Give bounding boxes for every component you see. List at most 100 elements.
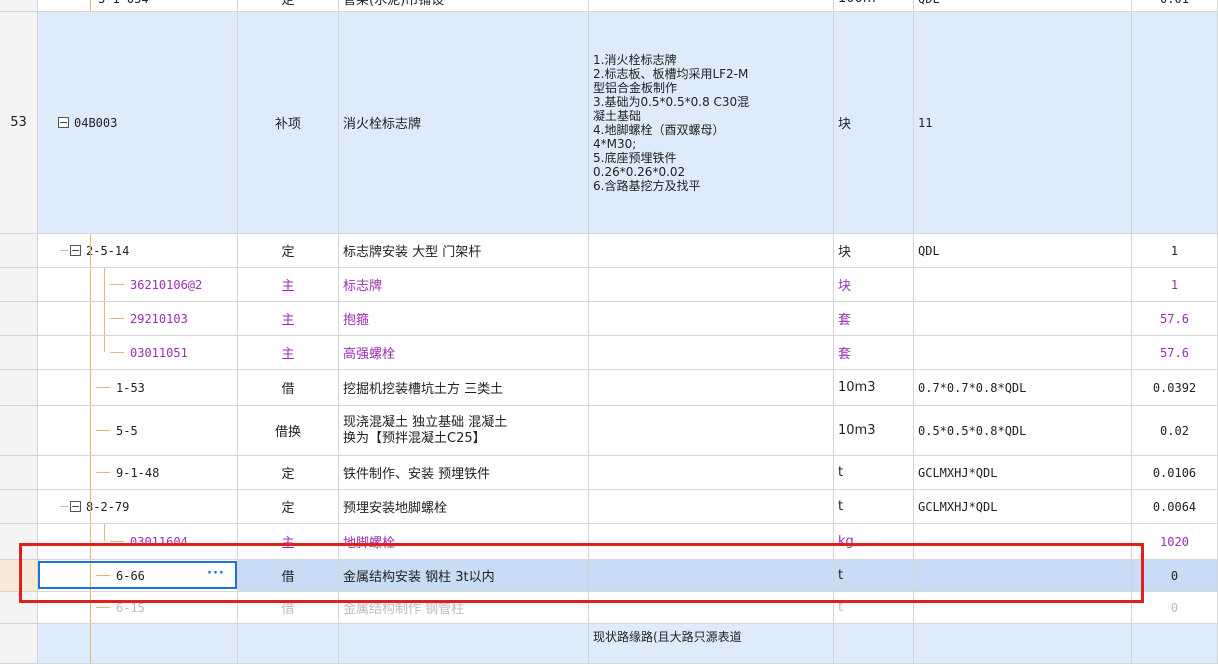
code-cell[interactable]: 29210103 [38,302,238,336]
name-cell: 消火栓标志牌 [339,12,589,234]
table-row[interactable]: 03011604 主 地脚螺栓 kg 1020 [0,524,1218,560]
row-number [0,268,38,302]
table-row[interactable]: 6-15 借 金属结构制作 钢管柱 t 0 [0,592,1218,624]
row-number [0,0,38,12]
table-row[interactable]: − 2-5-14 定 标志牌安装 大型 门架杆 块 QDL 1 [0,234,1218,268]
expr-cell [914,524,1132,560]
name-cell: 铁件制作、安装 预埋铁件 [339,456,589,490]
qty-cell: 0.0106 [1132,456,1218,490]
code-cell[interactable]: 6-15 [38,592,238,624]
qty-cell: 0.01 [1132,0,1218,12]
expr-cell: GCLMXHJ*QDL [914,490,1132,524]
table-row[interactable]: 53 − 04B003 补项 消火栓标志牌 1.消火栓标志牌 2.标志板、板槽均… [0,12,1218,234]
name-cell: 管架(水泥)吊铺设 [339,0,589,12]
item-code: 03011051 [130,345,188,360]
table-row[interactable]: − 8-2-79 定 预埋安装地脚螺栓 t GCLMXHJ*QDL 0.0064 [0,490,1218,524]
qty-cell: 0.0392 [1132,370,1218,406]
code-cell[interactable]: 9-1-48 [38,456,238,490]
qty-cell: 0 [1132,560,1218,592]
name-cell: 预埋安装地脚螺栓 [339,490,589,524]
unit-cell: 100m [834,0,914,12]
desc-cell [589,268,834,302]
name-cell: 标志牌安装 大型 门架杆 [339,234,589,268]
code-cell[interactable]: − 8-2-79 [38,490,238,524]
more-options-icon[interactable]: ··· [207,566,225,581]
desc-cell [589,234,834,268]
name-cell: 现浇混凝土 独立基础 混凝土 换为【预拌混凝土C25】 [339,406,589,456]
item-code: 5-5 [116,423,138,438]
desc-cell [589,370,834,406]
unit-cell [834,624,914,664]
item-code: 1-53 [116,380,145,395]
row-number [0,234,38,268]
row-number [0,370,38,406]
desc-cell [589,0,834,12]
unit-cell: 10m3 [834,370,914,406]
qty-cell: 57.6 [1132,302,1218,336]
unit-cell: t [834,490,914,524]
unit-cell: 10m3 [834,406,914,456]
code-cell[interactable]: 3-1-054 [38,0,238,12]
name-cell: 标志牌 [339,268,589,302]
table-row[interactable]: 3-1-054 定 管架(水泥)吊铺设 100m QDL 0.01 [0,0,1218,12]
code-cell[interactable]: 1-53 [38,370,238,406]
expr-cell [914,624,1132,664]
table-row[interactable]: 29210103 主 抱箍 套 57.6 [0,302,1218,336]
qty-cell: 1020 [1132,524,1218,560]
type-cell [238,624,339,664]
type-cell: 定 [238,490,339,524]
code-cell[interactable]: − 04B003 [38,12,238,234]
expr-cell [914,268,1132,302]
name-cell: 金属结构安装 钢柱 3t以内 [339,560,589,592]
qty-cell [1132,12,1218,234]
row-number [0,490,38,524]
name-cell [339,624,589,664]
desc-cell [589,406,834,456]
type-cell: 补项 [238,12,339,234]
code-cell[interactable]: 03011604 [38,524,238,560]
table-row[interactable]: 1-53 借 挖掘机挖装槽坑土方 三类土 10m3 0.7*0.7*0.8*QD… [0,370,1218,406]
expr-cell: 11 [914,12,1132,234]
name-cell: 抱箍 [339,302,589,336]
qty-cell [1132,624,1218,664]
desc-cell [589,490,834,524]
expr-cell: 0.5*0.5*0.8*QDL [914,406,1132,456]
item-code: 3-1-054 [98,0,149,6]
type-cell: 借 [238,560,339,592]
type-cell: 定 [238,0,339,12]
table-row[interactable]: 现状路缘路(且大路只源表道 [0,624,1218,664]
type-cell: 主 [238,302,339,336]
qty-cell: 0.0064 [1132,490,1218,524]
collapse-icon[interactable]: − [70,245,81,256]
code-cell[interactable]: 5-5 [38,406,238,456]
type-cell: 主 [238,524,339,560]
qty-cell: 1 [1132,234,1218,268]
collapse-icon[interactable]: − [58,117,69,128]
table-row[interactable]: 36210106@2 主 标志牌 块 1 [0,268,1218,302]
unit-cell: 块 [834,268,914,302]
table-row-selected[interactable]: 6-66 借 金属结构安装 钢柱 3t以内 t 0 ··· [0,560,1218,592]
code-cell[interactable] [38,624,238,664]
desc-cell [589,456,834,490]
table-row[interactable]: 9-1-48 定 铁件制作、安装 预埋铁件 t GCLMXHJ*QDL 0.01… [0,456,1218,490]
row-number [0,524,38,560]
code-cell[interactable]: 36210106@2 [38,268,238,302]
desc-cell [589,302,834,336]
item-code: 29210103 [130,311,188,326]
code-cell[interactable]: − 2-5-14 [38,234,238,268]
desc-cell [589,336,834,370]
row-number [0,406,38,456]
item-code: 6-66 [116,568,145,583]
table-row[interactable]: 03011051 主 高强螺栓 套 57.6 [0,336,1218,370]
expr-cell [914,336,1132,370]
table-row[interactable]: 5-5 借换 现浇混凝土 独立基础 混凝土 换为【预拌混凝土C25】 10m3 … [0,406,1218,456]
type-cell: 借 [238,592,339,624]
desc-cell [589,524,834,560]
code-cell[interactable]: 03011051 [38,336,238,370]
expr-cell [914,560,1132,592]
item-code: 36210106@2 [130,277,203,292]
row-number [0,560,38,592]
item-code: 8-2-79 [86,499,130,514]
name-cell: 挖掘机挖装槽坑土方 三类土 [339,370,589,406]
collapse-icon[interactable]: − [70,501,81,512]
